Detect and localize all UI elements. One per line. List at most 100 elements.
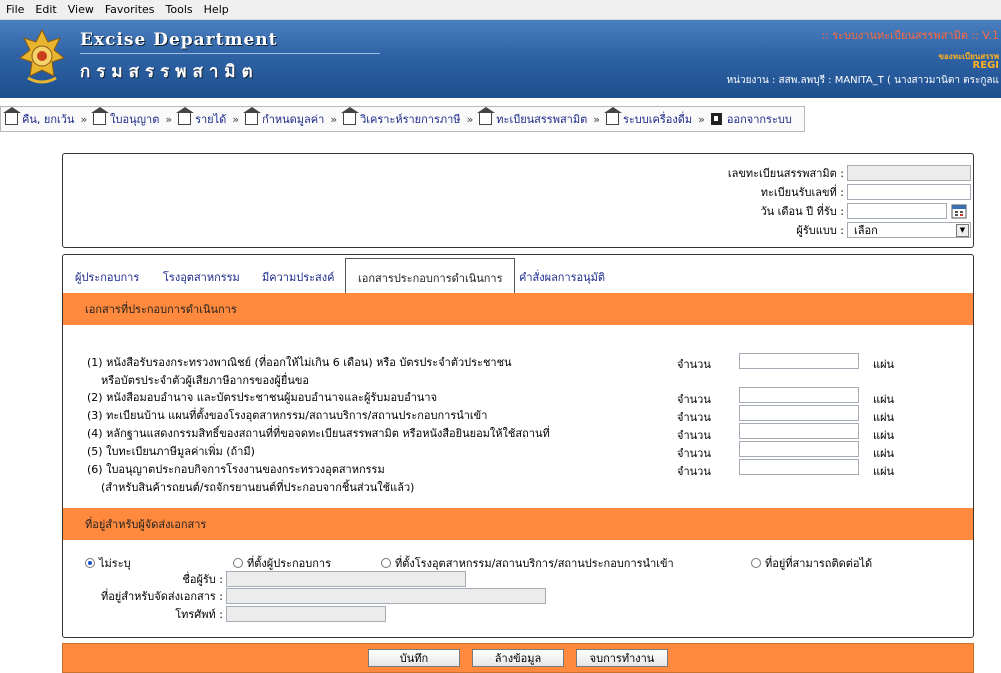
menu-favorites[interactable]: Favorites bbox=[105, 3, 155, 16]
receiver-label: ผู้รับแบบ : bbox=[796, 224, 844, 237]
clear-button[interactable]: ล้างข้อมูล bbox=[472, 649, 564, 667]
qty-input-1[interactable] bbox=[739, 353, 859, 369]
save-button[interactable]: บันทึก bbox=[368, 649, 460, 667]
radio-contact-address[interactable]: ที่อยู่ที่สามารถติดต่อได้ bbox=[751, 554, 872, 572]
delivery-address-label: ที่อยู่สำหรับจัดส่งเอกสาร : bbox=[100, 590, 223, 603]
nav-beverage[interactable]: ระบบเครื่องดื่ม bbox=[603, 107, 693, 128]
user-unit: หน่วยงาน : สสพ.ลพบุรี : MANITA_T ( นางสา… bbox=[727, 73, 999, 88]
reg-no-row: เลขทะเบียนสรรพสามิต : bbox=[728, 164, 971, 182]
delivery-address-field[interactable] bbox=[226, 588, 546, 604]
finish-button[interactable]: จบการทำงาน bbox=[576, 649, 668, 667]
qty-label: จำนวน bbox=[677, 447, 711, 460]
header-banner: Excise Department กรมสรรพสามิต :: ระบบงา… bbox=[0, 20, 1001, 98]
calendar-icon[interactable] bbox=[951, 203, 967, 219]
excise-emblem-icon bbox=[18, 28, 66, 84]
nav-label: กำหนดมูลค่า bbox=[262, 113, 325, 126]
doc-item-1-line2: หรือบัตรประจำตัวผู้เสียภาษีอากรของผู้ยื่… bbox=[101, 374, 309, 387]
receiver-select[interactable]: เลือก ▼ bbox=[847, 222, 971, 238]
unit-label: แผ่น bbox=[873, 358, 895, 371]
recipient-row: ชื่อผู้รับ : bbox=[63, 570, 466, 588]
menu-help[interactable]: Help bbox=[204, 3, 229, 16]
main-nav: คืน, ยกเว้น » ใบอนุญาต » รายได้ » กำหนดม… bbox=[0, 106, 805, 132]
system-reg: REGI bbox=[972, 60, 999, 71]
nav-excise-registry[interactable]: ทะเบียนสรรพสามิต bbox=[477, 107, 588, 128]
nav-label: คืน, ยกเว้น bbox=[22, 113, 75, 126]
unit-label: หน่วยงาน bbox=[726, 75, 769, 86]
menu-file[interactable]: File bbox=[6, 3, 24, 16]
receive-date-field[interactable] bbox=[847, 203, 947, 219]
tab-operator[interactable]: ผู้ประกอบการ bbox=[75, 268, 139, 286]
qty-label: จำนวน bbox=[677, 429, 711, 442]
nav-valuation[interactable]: กำหนดมูลค่า bbox=[243, 107, 325, 128]
menu-tools[interactable]: Tools bbox=[166, 3, 193, 16]
nav-separator: » bbox=[330, 112, 338, 126]
system-title: :: ระบบงานทะเบียนสรรพสามิต :: V.1 bbox=[821, 29, 999, 42]
nav-separator: » bbox=[232, 112, 240, 126]
receive-date-row: วัน เดือน ปี ที่รับ : bbox=[760, 202, 971, 220]
phone-field[interactable] bbox=[226, 606, 386, 622]
recipient-field[interactable] bbox=[226, 571, 466, 587]
tab-intention[interactable]: มีความประสงค์ bbox=[262, 268, 334, 286]
qty-label: จำนวน bbox=[677, 411, 711, 424]
nav-revenue[interactable]: รายได้ bbox=[176, 107, 227, 128]
qty-input-5[interactable] bbox=[739, 441, 859, 457]
qty-input-3[interactable] bbox=[739, 405, 859, 421]
doc-item-1: (1) หนังสือรับรองกระทรวงพาณิชย์ (ที่ออกใ… bbox=[87, 356, 512, 369]
qty-label: จำนวน bbox=[677, 358, 711, 371]
home-icon bbox=[3, 107, 21, 125]
nav-separator: » bbox=[698, 112, 705, 126]
nav-separator: » bbox=[593, 112, 600, 126]
exit-door-icon bbox=[710, 113, 722, 125]
unit-label: แผ่น bbox=[873, 447, 895, 460]
brand-thai: กรมสรรพสามิต bbox=[80, 62, 259, 82]
chevron-down-icon[interactable]: ▼ bbox=[956, 223, 969, 237]
nav-label: วิเคราะห์รายการภาษี bbox=[360, 113, 461, 126]
doc-item-6: (6) ใบอนุญาตประกอบกิจการโรงงานของกระทรวง… bbox=[87, 463, 385, 476]
doc-item-3: (3) ทะเบียนบ้าน แผนที่ตั้งของโรงอุตสาหกร… bbox=[87, 409, 488, 422]
nav-label: ออกจากระบบ bbox=[726, 113, 792, 126]
nav-label: ใบอนุญาต bbox=[110, 113, 160, 126]
brand-divider bbox=[80, 53, 380, 54]
radio-selected-icon bbox=[85, 558, 95, 568]
nav-tax-analysis[interactable]: วิเคราะห์รายการภาษี bbox=[341, 107, 461, 128]
nav-label: รายได้ bbox=[195, 113, 227, 126]
unit-label: แผ่น bbox=[873, 411, 895, 424]
doc-item-2: (2) หนังสือมอบอำนาจ และบัตรประชาชนผู้มอบ… bbox=[87, 391, 438, 404]
nav-separator: » bbox=[80, 112, 88, 126]
receive-no-row: ทะเบียนรับเลขที่ : bbox=[761, 183, 971, 201]
tab-approval[interactable]: คำสั่งผลการอนุมัติ bbox=[519, 268, 605, 286]
qty-input-6[interactable] bbox=[739, 459, 859, 475]
home-icon bbox=[603, 107, 622, 125]
nav-separator: » bbox=[466, 112, 474, 126]
qty-input-4[interactable] bbox=[739, 423, 859, 439]
phone-row: โทรศัพท์ : bbox=[63, 605, 386, 623]
home-icon bbox=[176, 107, 195, 125]
brand-english: Excise Department bbox=[80, 30, 278, 50]
nav-separator: » bbox=[165, 112, 173, 126]
nav-refund[interactable]: คืน, ยกเว้น bbox=[3, 107, 75, 128]
nav-license[interactable]: ใบอนุญาต bbox=[91, 107, 160, 128]
document-panel: ผู้ประกอบการ โรงอุตสาหกรรม มีความประสงค์… bbox=[62, 254, 974, 638]
receive-no-label: ทะเบียนรับเลขที่ : bbox=[760, 186, 844, 199]
qty-input-2[interactable] bbox=[739, 387, 859, 403]
menu-view[interactable]: View bbox=[68, 3, 94, 16]
doc-item-4: (4) หลักฐานแสดงกรรมสิทธิ์ของสถานที่ที่ขอ… bbox=[87, 427, 550, 440]
home-icon bbox=[341, 107, 360, 125]
unit-value: : สสพ.ลพบุรี : MANITA_T ( นางสาวมานิตา ต… bbox=[772, 75, 999, 86]
registration-header-panel: เลขทะเบียนสรรพสามิต : ทะเบียนรับเลขที่ :… bbox=[62, 153, 974, 248]
nav-label: ระบบเครื่องดื่ม bbox=[622, 113, 693, 126]
reg-no-field[interactable] bbox=[847, 165, 971, 181]
action-bar: บันทึก ล้างข้อมูล จบการทำงาน bbox=[62, 643, 974, 673]
nav-logout[interactable]: ออกจากระบบ bbox=[710, 110, 792, 128]
radio-icon bbox=[381, 558, 391, 568]
nav-label: ทะเบียนสรรพสามิต bbox=[496, 113, 588, 126]
tab-bar: ผู้ประกอบการ โรงอุตสาหกรรม มีความประสงค์… bbox=[63, 255, 973, 299]
qty-label: จำนวน bbox=[677, 393, 711, 406]
receiver-selected-value: เลือก bbox=[854, 224, 878, 237]
home-icon bbox=[477, 107, 496, 125]
recipient-label: ชื่อผู้รับ : bbox=[182, 573, 223, 586]
tab-factory[interactable]: โรงอุตสาหกรรม bbox=[163, 268, 240, 286]
menu-edit[interactable]: Edit bbox=[35, 3, 56, 16]
receiver-row: ผู้รับแบบ : เลือก ▼ bbox=[796, 221, 971, 239]
receive-no-field[interactable] bbox=[847, 184, 971, 200]
